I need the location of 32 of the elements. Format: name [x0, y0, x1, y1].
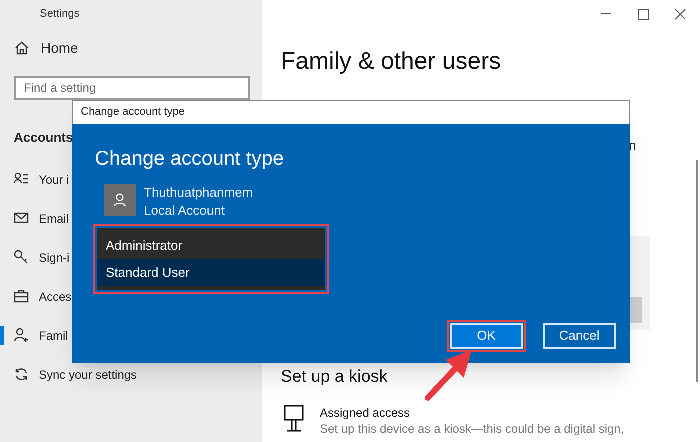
sidebar-item[interactable]: Your i	[39, 170, 70, 188]
sidebar-item[interactable]: Acces	[39, 288, 72, 306]
account-name: Thuthuatphanmem	[144, 184, 254, 202]
close-icon[interactable]	[675, 8, 686, 20]
home-link[interactable]: Home	[41, 38, 78, 58]
text-fragment: n	[629, 138, 636, 153]
dialog-button[interactable]: OK	[450, 323, 523, 349]
section-heading: Set up a kiosk	[281, 367, 388, 386]
section-heading: Accounts	[14, 129, 74, 148]
briefcase-icon	[14, 289, 29, 304]
dialog-title: Change account type	[81, 105, 185, 120]
sidebar-item[interactable]: Sync your settings	[39, 366, 138, 384]
page-title: Family & other users	[281, 48, 502, 75]
people-icon	[14, 328, 29, 343]
window-title: Settings	[40, 6, 80, 22]
sync-icon	[14, 367, 29, 382]
sidebar-item[interactable]: Famil	[39, 326, 68, 344]
item-description: Set up this device as a kiosk—this could be a digital sign,	[320, 421, 624, 437]
list-option[interactable]: Standard User	[97, 259, 325, 286]
sidebar-item[interactable]: Email	[39, 210, 70, 228]
search-field[interactable]: Find a setting	[14, 76, 250, 100]
key-icon	[14, 250, 29, 265]
dialog-button[interactable]: Cancel	[543, 323, 616, 349]
maximize-icon[interactable]	[638, 8, 649, 20]
avatar-icon	[104, 184, 136, 216]
dialog-heading: Change account type	[95, 148, 284, 170]
kiosk-icon	[284, 405, 304, 433]
item-title[interactable]: Assigned access	[320, 405, 624, 421]
sidebar-item[interactable]: Sign-i	[39, 248, 70, 266]
mail-icon	[14, 211, 29, 226]
account-type: Local Account	[144, 202, 226, 220]
home-icon	[15, 41, 29, 55]
